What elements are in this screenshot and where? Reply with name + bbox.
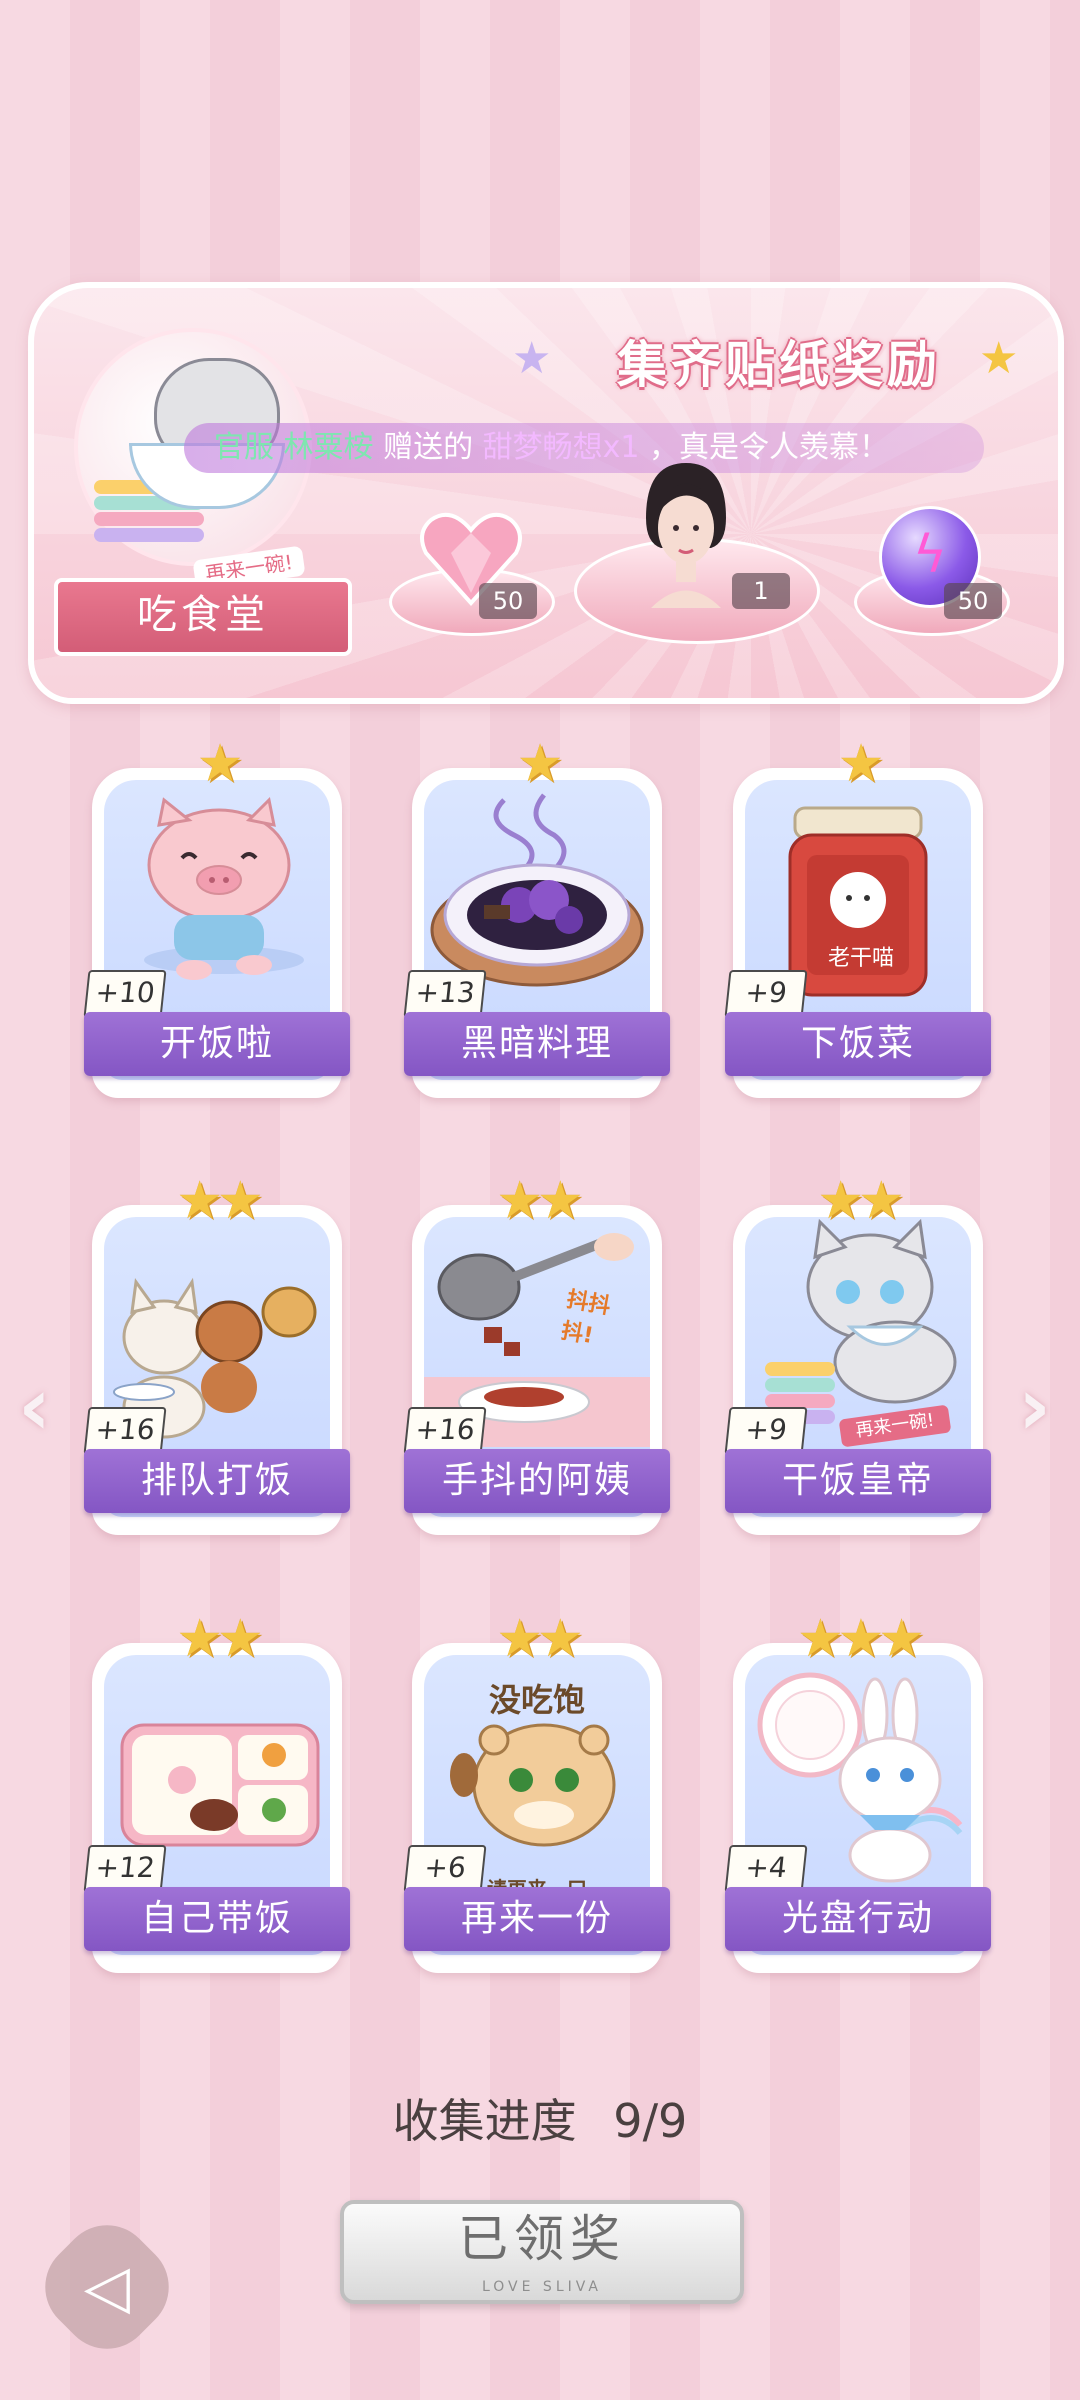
card-title: 再来一份: [404, 1887, 670, 1951]
bonus-value: +6: [403, 1845, 487, 1893]
marquee-player-name: 林粟桉: [283, 430, 374, 465]
claimed-button-subtitle: LOVE SLIVA: [481, 2279, 603, 2295]
sticker-card[interactable]: 抖抖抖! ★★ +16 手抖的阿姨: [403, 1171, 670, 1535]
progress-value: 9/9: [613, 2094, 688, 2148]
claimed-button[interactable]: 已领奖 LOVE SLIVA: [340, 2200, 744, 2304]
card-title: 开饭啦: [84, 1012, 350, 1076]
star-rating-icon: ★★★: [797, 1609, 925, 1669]
bonus-value: +9: [724, 1407, 808, 1455]
bonus-value: +16: [403, 1407, 487, 1455]
prev-page-arrow-icon[interactable]: ‹: [18, 1360, 51, 1453]
avatar-portrait[interactable]: [631, 458, 741, 608]
card-title: 黑暗料理: [404, 1012, 670, 1076]
reward-count: 50: [479, 583, 537, 619]
progress-label: 收集进度: [392, 2094, 577, 2148]
star-rating-icon: ★★: [496, 1171, 583, 1231]
bonus-value: +12: [83, 1845, 167, 1893]
sticker-card[interactable]: ★★ +12 自己带饭: [83, 1609, 350, 1973]
bonus-value: +13: [403, 970, 487, 1018]
sticker-card[interactable]: ★★ +16 排队打饭: [83, 1171, 350, 1535]
claimed-button-label: 已领奖: [458, 2210, 626, 2268]
card-title: 光盘行动: [725, 1887, 991, 1951]
banner-title: 集齐贴纸奖励: [617, 336, 941, 394]
jar-label: 老干喵: [827, 946, 894, 971]
star-decoration-icon: ★: [512, 333, 552, 384]
card-title: 干饭皇帝: [725, 1449, 991, 1513]
card-title: 排队打饭: [84, 1449, 350, 1513]
category-label: 吃食堂: [54, 578, 352, 656]
sticker-card[interactable]: ★ +13 黑暗料理: [403, 734, 670, 1098]
card-title: 下饭菜: [725, 1012, 991, 1076]
star-rating-icon: ★: [837, 734, 885, 794]
reward-count: 50: [944, 583, 1002, 619]
ladle-caption: 抖抖抖!: [559, 1287, 613, 1350]
marquee-server: 官服: [214, 430, 274, 465]
sticker-card[interactable]: 没吃饱 请再来一口 ★★ +6 再来一份: [403, 1609, 670, 1973]
sticker-card[interactable]: ★ +10 开饭啦: [83, 734, 350, 1098]
bonus-value: +9: [724, 970, 808, 1018]
next-page-arrow-icon[interactable]: ›: [1018, 1360, 1051, 1453]
reward-count: 1: [732, 573, 790, 609]
star-rating-icon: ★: [196, 734, 244, 794]
card-title: 自己带饭: [84, 1887, 350, 1951]
bonus-value: +10: [83, 970, 167, 1018]
bonus-value: +4: [724, 1845, 808, 1893]
sticker-card[interactable]: 再来一碗! ★★ +9 干饭皇帝: [724, 1171, 991, 1535]
star-rating-icon: ★★: [176, 1609, 263, 1669]
back-arrow-icon[interactable]: ◁: [62, 2252, 152, 2322]
star-decoration-icon: ★: [979, 333, 1019, 384]
star-rating-icon: ★★: [176, 1171, 263, 1231]
broadcast-marquee: 官服 林粟桉 赠送的 甜梦畅想x1 ，真是令人羡慕！: [184, 423, 984, 473]
bonus-value: +16: [83, 1407, 167, 1455]
card-title: 手抖的阿姨: [404, 1449, 670, 1513]
marquee-item: 甜梦畅想x1: [482, 430, 640, 465]
sticker-card[interactable]: 老干喵 ★ +9 下饭菜: [724, 734, 991, 1098]
star-rating-icon: ★: [516, 734, 564, 794]
star-rating-icon: ★★: [817, 1171, 904, 1231]
collection-progress: 收集进度 9/9: [0, 2085, 1080, 2151]
marquee-text: 赠送的: [383, 430, 474, 465]
sticker-reward-banner: ★ ★ 集齐贴纸奖励 再来一碗! 吃食堂 官服 林粟桉 赠送的 甜梦畅想x1 ，…: [28, 282, 1064, 704]
sticker-card[interactable]: ★★★ +4 光盘行动: [724, 1609, 991, 1973]
star-rating-icon: ★★: [496, 1609, 583, 1669]
